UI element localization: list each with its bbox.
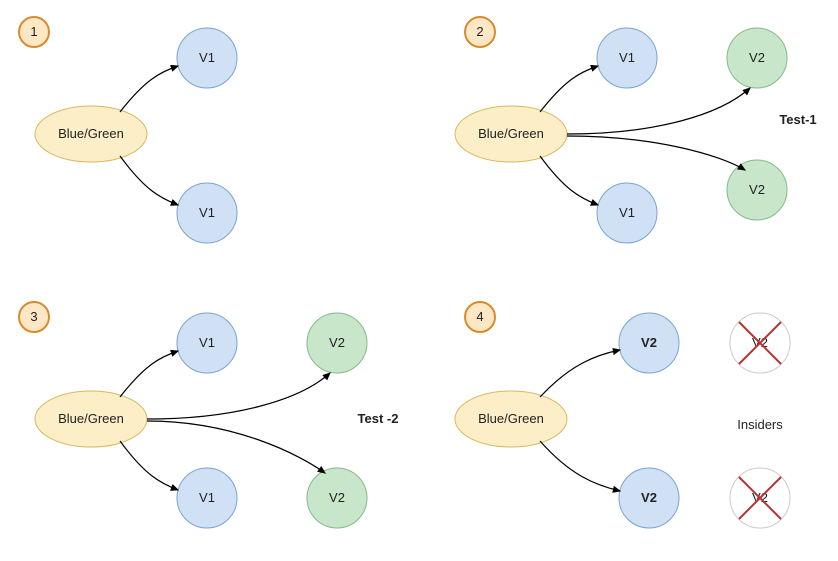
panel-3: 3 Blue/Green V1 V1 V2 V2 Test -2 [19, 302, 398, 528]
test-label-2: Test -2 [358, 411, 399, 426]
step-badge-3: 3 [19, 302, 49, 332]
test-label-1: Test-1 [779, 112, 816, 127]
v2-label: V2 [749, 182, 765, 197]
step-badge-4: 4 [465, 302, 495, 332]
blue-green-node: Blue/Green [455, 391, 567, 447]
v2-node-bottom: V2 [307, 468, 367, 528]
blue-green-node: Blue/Green [35, 391, 147, 447]
panel-1: 1 Blue/Green V1 V1 [19, 17, 237, 243]
v1-node-top: V1 [597, 28, 657, 88]
arrow-bg-to-v1-bottom [540, 156, 598, 205]
v2-label: V2 [329, 335, 345, 350]
v1-node-top: V1 [177, 313, 237, 373]
step-badge-2: 2 [465, 17, 495, 47]
v1-label: V1 [199, 490, 215, 505]
insiders-label: Insiders [737, 417, 783, 432]
v1-label: V1 [619, 205, 635, 220]
arrow-bg-to-v1-top [540, 66, 598, 112]
diagram-root: 1 Blue/Green V1 V1 2 Blue/Green [0, 0, 838, 561]
blue-green-label: Blue/Green [478, 411, 544, 426]
v1-label: V1 [619, 50, 635, 65]
arrow-bg-to-v2-top [540, 350, 620, 397]
step-number: 2 [476, 24, 483, 39]
v1-node-bottom: V1 [177, 183, 237, 243]
v2-node-top: V2 [619, 313, 679, 373]
arrow-bg-to-v1-bottom [120, 441, 178, 490]
step-number: 3 [30, 309, 37, 324]
v2-node-bottom: V2 [727, 160, 787, 220]
blue-green-label: Blue/Green [58, 126, 124, 141]
v2-label: V2 [329, 490, 345, 505]
arrow-bg-to-v2-top [567, 88, 750, 134]
arrow-bg-to-v2-top [147, 373, 330, 419]
v2-label: V2 [641, 490, 657, 505]
v1-label: V1 [199, 50, 215, 65]
arrow-bg-to-v1-top [120, 351, 178, 397]
v2-disabled-bottom: V2 [730, 468, 790, 528]
arrow-bg-to-v2-bottom [540, 441, 620, 491]
blue-green-node: Blue/Green [455, 106, 567, 162]
arrow-bg-to-v2-bottom [567, 136, 745, 170]
v2-node-top: V2 [307, 313, 367, 373]
panel-2: 2 Blue/Green V1 V1 V2 V2 Test-1 [455, 17, 817, 243]
arrow-bg-to-v1-top [120, 66, 178, 112]
step-number: 4 [476, 309, 483, 324]
v1-node-top: V1 [177, 28, 237, 88]
v2-node-bottom: V2 [619, 468, 679, 528]
step-badge-1: 1 [19, 17, 49, 47]
v2-disabled-top: V2 [730, 313, 790, 373]
v1-node-bottom: V1 [177, 468, 237, 528]
blue-green-label: Blue/Green [58, 411, 124, 426]
step-number: 1 [30, 24, 37, 39]
arrow-bg-to-v1-bottom [120, 156, 178, 205]
v1-label: V1 [199, 335, 215, 350]
v1-node-bottom: V1 [597, 183, 657, 243]
v2-label: V2 [749, 50, 765, 65]
arrow-bg-to-v2-bottom [147, 421, 325, 473]
blue-green-node: Blue/Green [35, 106, 147, 162]
v2-node-top: V2 [727, 28, 787, 88]
panel-4: 4 Blue/Green V2 V2 V2 V2 [455, 302, 790, 528]
v1-label: V1 [199, 205, 215, 220]
blue-green-label: Blue/Green [478, 126, 544, 141]
v2-label: V2 [641, 335, 657, 350]
